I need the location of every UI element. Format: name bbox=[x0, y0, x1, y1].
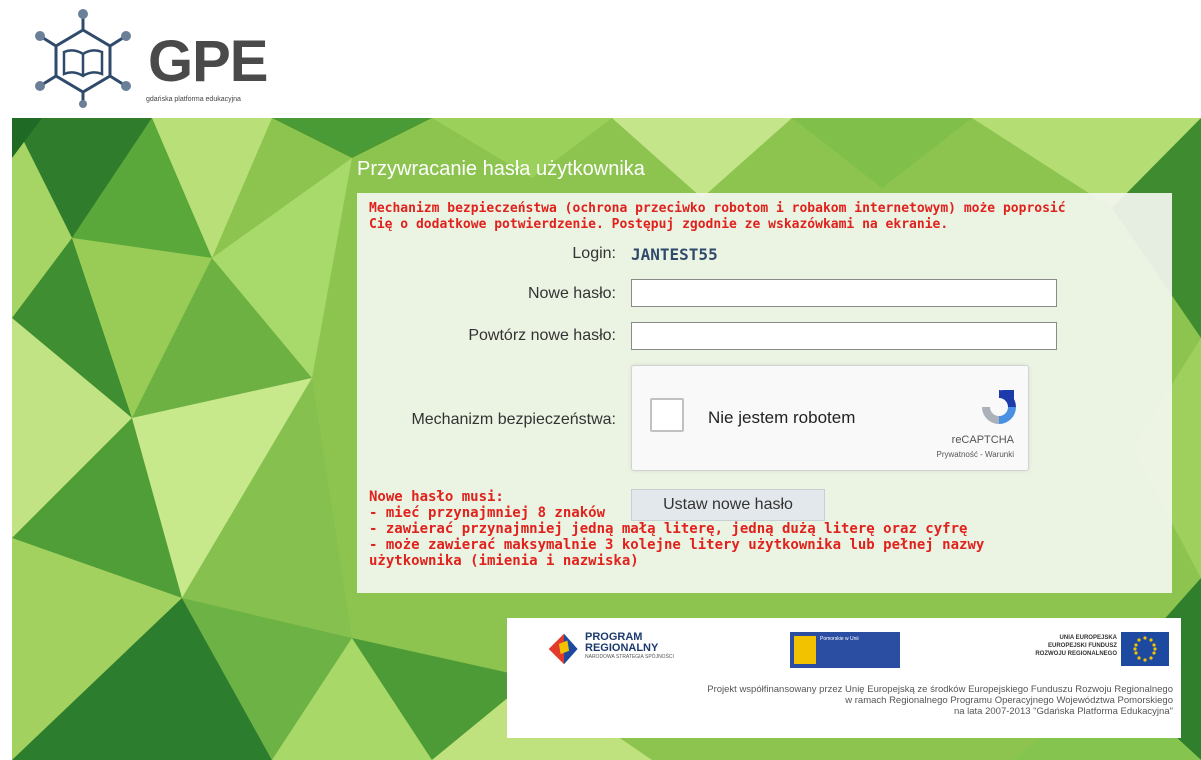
eu-line-1: UNIA EUROPEJSKA bbox=[1059, 635, 1117, 641]
login-value: JANTEST55 bbox=[631, 245, 718, 264]
recaptcha-widget: Nie jestem robotem reCAPTCHA Prywatność … bbox=[631, 365, 1029, 471]
password-reset-form: Mechanizm bezpieczeństwa (ochrona przeci… bbox=[357, 193, 1172, 593]
eu-fund-text: UNIA EUROPEJSKA EUROPEJSKI FUNDUSZ ROZWO… bbox=[977, 634, 1117, 658]
cofinancing-note: Projekt współfinansowany przez Unię Euro… bbox=[547, 684, 1173, 717]
password-rule: użytkownika (imienia i nazwiska) bbox=[369, 553, 639, 569]
pomorskie-logo: Pomorskie w Unii bbox=[790, 632, 900, 668]
new-password-input[interactable] bbox=[631, 279, 1057, 307]
security-warning: Mechanizm bezpieczeństwa (ochrona przeci… bbox=[369, 201, 1159, 233]
cofinancing-note-line-3: na lata 2007-2013 "Gdańska Platforma Edu… bbox=[953, 706, 1173, 717]
security-warning-line-1: Mechanizm bezpieczeństwa (ochrona przeci… bbox=[369, 201, 1066, 216]
gpe-logo[interactable]: GPE gdańska platforma edukacyjna bbox=[28, 8, 268, 108]
new-password-label: Nowe hasło: bbox=[527, 285, 616, 302]
security-mechanism-label: Mechanizm bezpieczeństwa: bbox=[411, 411, 616, 428]
repeat-password-input[interactable] bbox=[631, 322, 1057, 350]
password-rule: - może zawierać maksymalnie 3 kolejne li… bbox=[369, 537, 985, 553]
program-title-2: REGIONALNY bbox=[585, 642, 659, 654]
header: GPE gdańska platforma edukacyjna bbox=[0, 0, 1201, 118]
eu-flag-icon bbox=[1121, 632, 1169, 666]
recaptcha-icon bbox=[982, 390, 1016, 424]
login-label: Login: bbox=[572, 245, 616, 262]
password-rule: - zawierać przynajmniej jedną małą liter… bbox=[369, 521, 968, 537]
repeat-password-label: Powtórz nowe hasło: bbox=[468, 327, 616, 344]
recaptcha-brand: reCAPTCHA bbox=[951, 434, 1014, 446]
recaptcha-checkbox[interactable] bbox=[650, 398, 684, 432]
hexagon-book-icon bbox=[35, 9, 131, 108]
eu-sponsor-banner: PROGRAM REGIONALNY NARODOWA STRATEGIA SP… bbox=[507, 618, 1181, 738]
recaptcha-checkbox-label: Nie jestem robotem bbox=[708, 408, 856, 427]
security-warning-line-2: Cię o dodatkowe potwierdzenie. Postępuj … bbox=[369, 217, 949, 232]
program-regionalny-logo-icon bbox=[548, 633, 578, 665]
cofinancing-note-line-2: w ramach Regionalnego Programu Operacyjn… bbox=[845, 695, 1173, 706]
program-subtitle: NARODOWA STRATEGIA SPÓJNOŚCI bbox=[585, 654, 674, 660]
recaptcha-privacy-terms-links[interactable]: Prywatność - Warunki bbox=[937, 450, 1015, 459]
eu-line-3: ROZWOJU REGIONALNEGO bbox=[1035, 651, 1117, 657]
pomorskie-text: Pomorskie w Unii bbox=[820, 636, 859, 642]
page-title: Przywracanie hasła użytkownika bbox=[357, 158, 645, 180]
logo-subtitle: gdańska platforma edukacyjna bbox=[146, 96, 241, 103]
program-regionalny-logo: PROGRAM REGIONALNY NARODOWA STRATEGIA SP… bbox=[585, 632, 674, 661]
set-new-password-button[interactable]: Ustaw nowe hasło bbox=[631, 489, 825, 521]
pomorskie-crest-icon bbox=[794, 636, 816, 664]
cofinancing-note-line-1: Projekt współfinansowany przez Unię Euro… bbox=[707, 684, 1173, 695]
logo-text: GPE bbox=[148, 29, 268, 94]
eu-line-2: EUROPEJSKI FUNDUSZ bbox=[1047, 643, 1117, 649]
